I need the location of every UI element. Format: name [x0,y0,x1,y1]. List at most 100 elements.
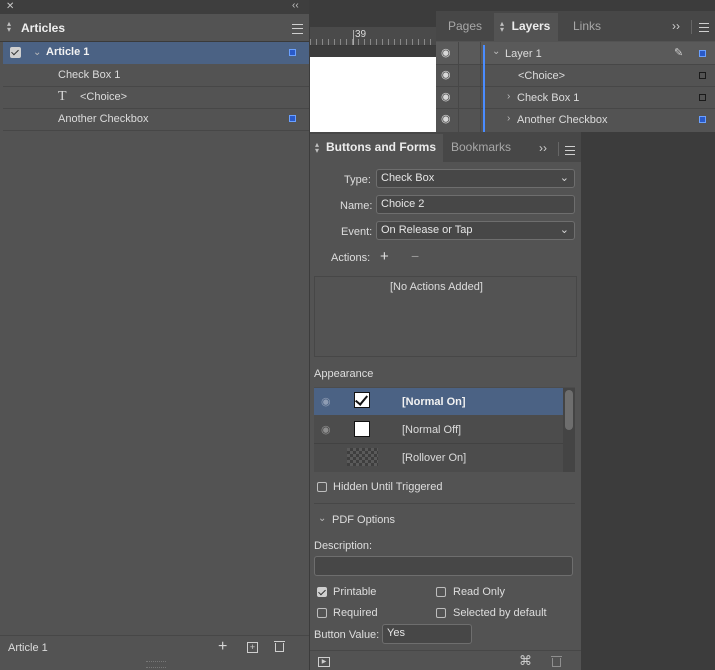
scrollbar-thumb[interactable] [565,390,573,430]
chevron-down-icon: ⌄ [559,224,569,236]
description-label: Description: [314,540,373,552]
type-label: Type: [344,174,371,186]
name-input[interactable]: Choice 2 [376,195,575,214]
remove-action-icon[interactable]: − [411,248,419,264]
tab-buttons-forms[interactable]: Buttons and Forms [326,134,438,160]
required-label: Required [333,607,378,619]
layer-color-icon [699,50,706,57]
article-include-checkbox[interactable] [10,47,21,58]
panel-menu-icon[interactable] [565,146,575,155]
selection-square-icon[interactable] [699,94,706,101]
expand-panel-icon[interactable]: ›› [672,19,680,33]
row-divider [3,130,309,131]
panel-menu-icon[interactable] [292,24,303,34]
preview-icon[interactable]: ▶ [318,657,330,667]
text-frame-icon: T [58,89,67,104]
chevron-down-icon[interactable]: ⌄ [318,513,326,524]
article-item-label[interactable]: <Choice> [80,91,127,103]
item-color-icon [289,115,296,122]
document-page [310,57,438,134]
event-value: On Release or Tap [381,224,473,236]
add-selection-icon[interactable]: + [247,642,258,653]
section-divider [314,503,575,504]
appearance-state-label[interactable]: [Normal Off] [402,424,461,436]
row-divider [436,64,715,65]
article-item-label[interactable]: Another Checkbox [58,113,149,125]
appearance-state-label[interactable]: [Rollover On] [402,452,466,464]
tab-layers[interactable]: Layers [506,13,556,39]
trash-icon[interactable] [274,641,285,652]
column-divider [458,42,459,132]
pdf-options-label[interactable]: PDF Options [332,514,395,526]
convert-object-icon[interactable]: ⌘ [519,653,532,669]
row-divider [3,108,309,109]
footer-divider [310,650,581,651]
close-icon[interactable]: ✕ [6,1,14,12]
tab-sort-icon: ▴ ▾ [7,19,12,34]
tab-bookmarks[interactable]: Bookmarks [451,134,517,160]
read-only-label: Read Only [453,586,505,598]
chevron-down-icon[interactable]: ⌄ [33,47,41,58]
chevron-down-icon: ⌄ [559,172,569,184]
visibility-eye-icon[interactable]: ◉ [441,112,451,125]
printable-checkbox[interactable] [317,587,327,597]
chevron-right-icon[interactable]: › [507,113,510,124]
visibility-eye-icon[interactable]: ◉ [441,90,451,103]
appearance-state-label[interactable]: [Normal On] [402,396,466,408]
event-label: Event: [341,226,373,238]
chevron-right-icon[interactable]: › [507,91,510,102]
visibility-eye-icon[interactable]: ◉ [321,423,331,436]
event-select[interactable]: On Release or Tap ⌄ [376,221,575,240]
separator [691,20,692,34]
expand-panel-icon[interactable]: ›› [539,141,547,155]
type-select[interactable]: Check Box ⌄ [376,169,575,188]
column-divider [480,42,481,132]
chevron-down-icon[interactable]: ⌄ [492,46,500,57]
visibility-eye-icon[interactable]: ◉ [441,46,451,59]
layer-name[interactable]: Layer 1 [505,48,542,60]
read-only-checkbox[interactable] [436,587,446,597]
visibility-eye-icon[interactable]: ◉ [441,68,451,81]
unchecked-state-thumbnail [354,421,370,437]
article-item-label[interactable]: Check Box 1 [58,69,120,81]
trash-icon[interactable] [551,656,562,667]
ruler-major-tick [353,30,354,45]
layer-item-label[interactable]: <Choice> [518,70,565,82]
article-color-icon [289,49,296,56]
no-actions-text: [No Actions Added] [390,281,483,293]
ruler-label: 39 [355,29,367,40]
add-action-icon[interactable]: + [380,248,389,265]
resize-grip[interactable] [146,661,166,668]
layer-color-bar [483,45,485,132]
selection-square-icon[interactable] [699,116,706,123]
row-divider [3,86,309,87]
name-label: Name: [340,200,373,212]
button-value-input[interactable]: Yes [382,624,472,644]
visibility-eye-icon[interactable]: ◉ [321,395,331,408]
articles-title: Articles [21,21,66,35]
hidden-until-triggered-checkbox[interactable] [317,482,327,492]
collapse-icon[interactable]: ‹‹ [292,0,299,11]
tab-links[interactable]: Links [560,13,614,39]
row-divider [436,86,715,87]
footer-article-label: Article 1 [8,642,48,654]
description-input[interactable] [314,556,573,576]
articles-panel: ✕ ‹‹ ▴ ▾ Articles ⌄ Article 1 Check Box 1… [0,0,309,670]
panel-menu-icon[interactable] [699,23,709,32]
button-value-label: Button Value: [314,629,380,641]
layers-panel: Pages ▴ ▾ Layers Links ›› ◉ ◉ ◉ ◉ ⌄ Layer… [436,11,715,132]
tab-pages[interactable]: Pages [436,13,494,39]
tab-sort-icon: ▴ ▾ [315,140,320,155]
add-icon[interactable]: + [218,638,227,656]
checked-state-thumbnail [354,392,370,408]
selected-by-default-checkbox[interactable] [436,608,446,618]
layer-item-label[interactable]: Check Box 1 [517,92,579,104]
row-divider [436,108,715,109]
actions-label: Actions: [331,252,371,264]
panel-top-strip [0,0,309,14]
selection-square-icon[interactable] [699,72,706,79]
required-checkbox[interactable] [317,608,327,618]
appearance-label: Appearance [314,368,374,380]
layer-item-label[interactable]: Another Checkbox [517,114,608,126]
article-name[interactable]: Article 1 [46,46,89,58]
